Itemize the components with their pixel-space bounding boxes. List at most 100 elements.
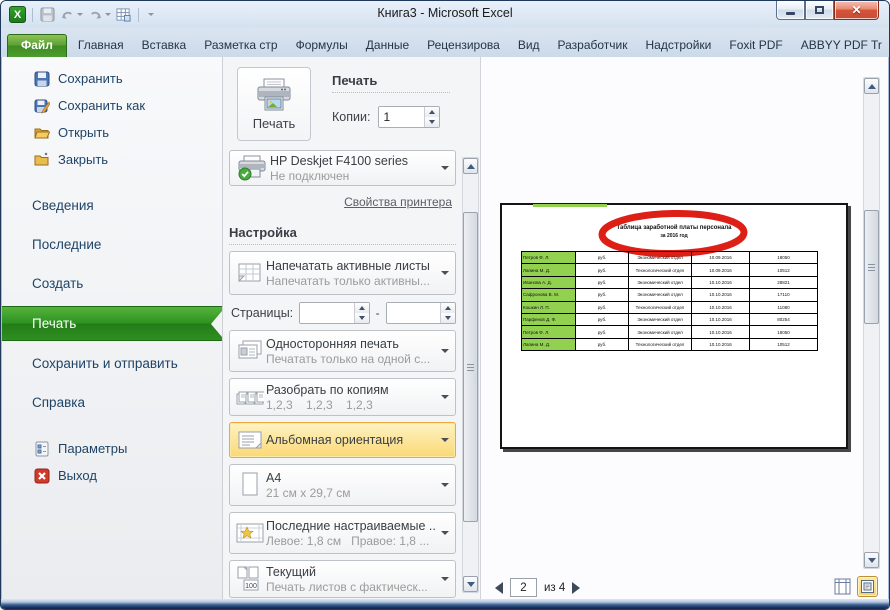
salary-table: Петров Ф. Л. руб. Экономический отдел 10…: [521, 251, 818, 351]
qat-customize-button[interactable]: [145, 12, 155, 17]
pages-to-decrement-button[interactable]: [441, 313, 455, 323]
paper-size-dropdown[interactable]: A4 21 см x 29,7 см: [229, 464, 456, 506]
unit-cell: руб.: [576, 252, 629, 264]
amount-cell: 28821: [750, 276, 818, 288]
print-what-title: Напечатать активные листы: [266, 259, 437, 273]
close-folder-icon: [34, 152, 50, 168]
ribbon-tab[interactable]: Foxit PDF: [720, 34, 791, 57]
backstage-sidebar: Сохранить Сохранить как Открыть: [2, 57, 223, 599]
document-title: Таблица заработной платы персонала за 20…: [502, 225, 846, 239]
pages-label: Страницы:: [231, 306, 293, 320]
pages-from-decrement-button[interactable]: [355, 313, 369, 323]
sidebar-item-print[interactable]: Печать: [2, 306, 222, 341]
qat-undo-button[interactable]: [59, 7, 84, 23]
pages-from-input[interactable]: [300, 303, 353, 323]
ribbon-tab[interactable]: Разметка стр: [195, 34, 286, 57]
employee-name-cell: Петров Ф. Л.: [522, 252, 576, 264]
next-page-button[interactable]: [572, 582, 580, 594]
department-cell: Технологический отдел: [629, 264, 692, 276]
sidebar-item-open[interactable]: Открыть: [2, 119, 222, 146]
tab-file[interactable]: Файл: [7, 34, 67, 57]
sidebar-item-info[interactable]: Сведения: [2, 189, 222, 222]
preview-scroll-thumb[interactable]: [864, 210, 879, 324]
print-what-dropdown[interactable]: Напечатать активные листы Напечатать тол…: [229, 251, 456, 295]
department-cell: Технологический отдел: [629, 338, 692, 350]
arrow-up-icon: [429, 110, 435, 114]
section-title-print: Печать: [332, 73, 450, 93]
print-settings-panel: Печать Печать Копии:: [223, 57, 462, 599]
settings-scrollbar[interactable]: [462, 157, 479, 593]
sidebar-item-recent[interactable]: Последние: [2, 228, 222, 261]
document-title-line1: Таблица заработной платы персонала: [502, 225, 846, 231]
duplex-title: Односторонняя печать: [266, 337, 437, 351]
ribbon-tab[interactable]: Рецензирова: [418, 34, 509, 57]
department-cell: Экономический отдел: [629, 289, 692, 301]
copies-decrement-button[interactable]: [425, 117, 439, 127]
zoom-to-page-button[interactable]: [857, 576, 878, 597]
printer-select-button[interactable]: HP Deskjet F4100 series Не подключен: [229, 150, 456, 186]
pages-range-row: Страницы: -: [231, 302, 456, 324]
divider: [32, 8, 33, 22]
employee-name-cell: Лапина М. Д.: [522, 338, 576, 350]
minimize-button[interactable]: [776, 1, 805, 20]
pages-to-increment-button[interactable]: [441, 303, 455, 313]
qat-table-button[interactable]: [115, 6, 132, 23]
printer-properties-link[interactable]: Свойства принтера: [344, 195, 452, 209]
ribbon-tab[interactable]: Главная: [69, 34, 133, 57]
sidebar-item-close[interactable]: Закрыть: [2, 146, 222, 173]
ribbon-tab[interactable]: Вставка: [133, 34, 196, 57]
window-controls: ✕: [776, 1, 879, 20]
duplex-dropdown[interactable]: Односторонняя печать Печатать только на …: [229, 330, 456, 372]
ribbon-tab[interactable]: Вид: [509, 34, 549, 57]
ribbon-tab[interactable]: Надстройки: [637, 34, 721, 57]
date-cell: 10.10.2016: [692, 326, 750, 338]
print-button[interactable]: Печать: [237, 67, 311, 141]
qat-save-button[interactable]: [39, 6, 56, 23]
settings-scroll-up-button[interactable]: [463, 158, 478, 174]
paper-title: A4: [266, 471, 437, 485]
unit-cell: руб.: [576, 313, 629, 325]
sidebar-item-exit[interactable]: Выход: [2, 462, 222, 489]
pages-to-input[interactable]: [387, 303, 440, 323]
ribbon-tab[interactable]: Формулы: [287, 34, 357, 57]
arrow-down-icon: [445, 316, 451, 320]
ribbon-tab[interactable]: Данные: [357, 34, 418, 57]
employee-name-cell: Парфенов Д. Ф.: [522, 313, 576, 325]
preview-scroll-up-button[interactable]: [864, 78, 879, 94]
save-as-icon: [34, 98, 50, 114]
qat-redo-button[interactable]: [87, 7, 112, 23]
ribbon-tab[interactable]: ABBYY PDF Tr: [792, 34, 890, 57]
page-number-input[interactable]: [510, 578, 537, 597]
close-button[interactable]: ✕: [834, 1, 879, 20]
ribbon-tab[interactable]: Разработчик: [549, 34, 637, 57]
sidebar-item-save-as[interactable]: Сохранить как: [2, 92, 222, 119]
printer-icon: [254, 78, 294, 112]
show-margins-button[interactable]: [832, 576, 853, 597]
pages-from-increment-button[interactable]: [355, 303, 369, 313]
settings-scroll-down-button[interactable]: [463, 576, 478, 592]
collate-dropdown[interactable]: Разобрать по копиям 1,2,3 1,2,3 1,2,3: [229, 378, 456, 416]
sidebar-item-save[interactable]: Сохранить: [2, 65, 222, 92]
sidebar-item-save-send[interactable]: Сохранить и отправить: [2, 347, 222, 380]
scaling-dropdown[interactable]: 100 Текущий Печать листов с фактическ...: [229, 560, 456, 598]
copies-increment-button[interactable]: [425, 107, 439, 117]
paper-size-icon: [240, 472, 260, 498]
margins-dropdown[interactable]: Последние настраиваемые ... Левое: 1,8 с…: [229, 512, 456, 554]
sidebar-item-options[interactable]: Параметры: [2, 435, 222, 462]
copies-input[interactable]: [379, 107, 424, 127]
sidebar-item-label: Открыть: [58, 125, 109, 140]
arrow-up-icon: [467, 164, 475, 169]
preview-scroll-down-button[interactable]: [864, 552, 879, 568]
maximize-icon: [815, 6, 824, 14]
maximize-button[interactable]: [805, 1, 834, 20]
previous-page-button[interactable]: [495, 582, 503, 594]
preview-scrollbar[interactable]: [863, 77, 880, 569]
orientation-dropdown[interactable]: Альбомная ориентация: [229, 422, 456, 458]
date-cell: 10.09.2016: [692, 264, 750, 276]
employee-name-cell: Сафронова В. М.: [522, 289, 576, 301]
printer-status-icon: [237, 155, 267, 181]
table-row: Кошкин Л. П. руб. Технологический отдел …: [522, 301, 818, 313]
settings-scroll-thumb[interactable]: [463, 212, 478, 522]
sidebar-item-help[interactable]: Справка: [2, 386, 222, 419]
sidebar-item-new[interactable]: Создать: [2, 267, 222, 300]
